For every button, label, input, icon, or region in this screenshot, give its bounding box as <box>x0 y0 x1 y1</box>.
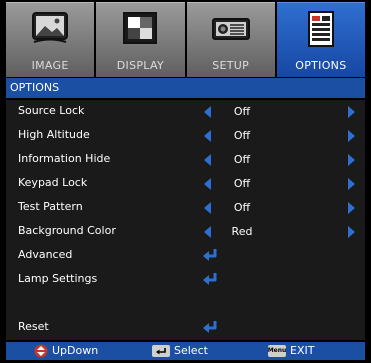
options-icon <box>307 11 334 47</box>
projector-icon <box>211 18 250 40</box>
exit-label: EXIT <box>290 344 315 357</box>
option-value: Off <box>233 105 251 118</box>
option-label: Source Lock <box>18 104 85 117</box>
option-label: Keypad Lock <box>18 176 88 189</box>
option-high-altitude[interactable]: High Altitude Off <box>6 124 365 148</box>
enter-icon[interactable] <box>202 247 218 263</box>
select-label: Select <box>174 344 208 357</box>
right-arrow-icon[interactable] <box>348 106 355 118</box>
option-label: Advanced <box>18 248 73 261</box>
option-value: Off <box>233 153 251 166</box>
tab-display-label: DISPLAY <box>116 59 164 72</box>
tab-setup[interactable]: SETUP <box>186 2 275 77</box>
tab-display[interactable]: DISPLAY <box>96 2 185 77</box>
option-label: Background Color <box>18 224 116 237</box>
right-arrow-icon[interactable] <box>348 154 355 166</box>
right-arrow-icon[interactable] <box>348 202 355 214</box>
option-test-pattern[interactable]: Test Pattern Off <box>6 196 365 220</box>
section-title: OPTIONS <box>6 78 365 98</box>
tab-options-label: OPTIONS <box>295 59 347 72</box>
option-label: Test Pattern <box>18 200 83 213</box>
option-value: Red <box>231 225 253 238</box>
enter-key-icon <box>152 345 170 357</box>
option-keypad-lock[interactable]: Keypad Lock Off <box>6 172 365 196</box>
right-arrow-icon[interactable] <box>348 226 355 238</box>
updown-label: UpDown <box>52 344 99 357</box>
updown-hint: UpDown <box>34 342 98 360</box>
tab-image-label: IMAGE <box>31 59 69 72</box>
option-reset[interactable]: Reset <box>6 316 365 340</box>
menu-key-icon: Menu <box>268 345 286 357</box>
option-label: Reset <box>18 320 49 333</box>
option-source-lock[interactable]: Source Lock Off <box>6 100 365 124</box>
exit-hint: Menu EXIT <box>268 342 314 360</box>
enter-icon[interactable] <box>202 319 218 335</box>
option-value: Off <box>233 129 251 142</box>
enter-icon[interactable] <box>202 271 218 287</box>
option-label: Lamp Settings <box>18 272 98 285</box>
option-advanced[interactable]: Advanced <box>6 244 365 268</box>
right-arrow-icon[interactable] <box>348 178 355 190</box>
option-background-color[interactable]: Background Color Red <box>6 220 365 244</box>
option-value: Off <box>233 201 251 214</box>
select-hint: Select <box>152 342 208 360</box>
right-arrow-icon[interactable] <box>348 130 355 142</box>
footer-hint-bar: UpDown Select Menu EXIT <box>6 342 365 360</box>
tab-setup-label: SETUP <box>212 59 250 72</box>
option-label: High Altitude <box>18 128 90 141</box>
option-value: Off <box>233 177 251 190</box>
tab-bar: IMAGE DISPLAY SETUP OPTIONS <box>6 2 365 77</box>
tab-options[interactable]: OPTIONS <box>276 2 365 77</box>
tab-image[interactable]: IMAGE <box>6 2 95 77</box>
image-icon <box>32 12 69 43</box>
option-label: Information Hide <box>18 152 111 165</box>
updown-icon <box>34 344 48 358</box>
osd-menu: IMAGE DISPLAY SETUP OPTIONS OPTIONS Sour… <box>0 0 371 363</box>
display-icon <box>123 12 158 44</box>
option-lamp-settings[interactable]: Lamp Settings <box>6 268 365 292</box>
options-list: Source Lock Off High Altitude Off Inform… <box>6 100 365 340</box>
option-information-hide[interactable]: Information Hide Off <box>6 148 365 172</box>
